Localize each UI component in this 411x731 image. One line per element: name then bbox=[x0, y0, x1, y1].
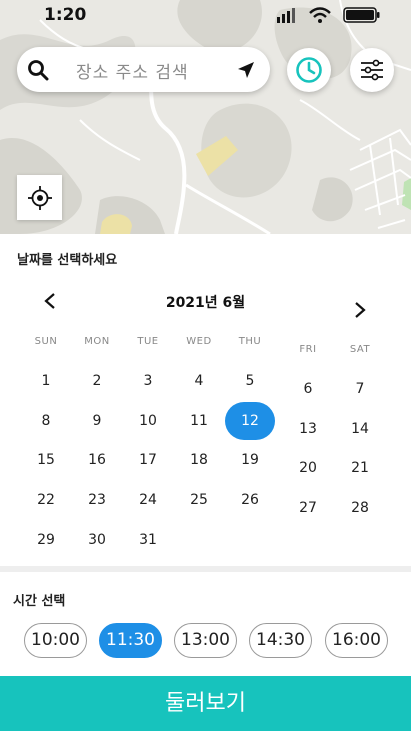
calendar-day[interactable]: 23 bbox=[77, 492, 117, 508]
calendar-day[interactable]: 6 bbox=[288, 381, 328, 397]
time-slot[interactable]: 13:00 bbox=[174, 623, 237, 658]
crosshair-icon bbox=[27, 185, 52, 210]
time-slot[interactable]: 16:00 bbox=[325, 623, 388, 658]
calendar-day[interactable]: 10 bbox=[128, 413, 168, 429]
calendar-day[interactable]: 28 bbox=[340, 500, 380, 516]
calendar-day[interactable]: 7 bbox=[340, 381, 380, 397]
calendar-day[interactable]: 15 bbox=[26, 452, 66, 468]
search-icon[interactable] bbox=[27, 59, 49, 81]
battery-icon bbox=[343, 7, 380, 23]
locate-button[interactable] bbox=[17, 175, 62, 220]
calendar-day[interactable]: 30 bbox=[77, 532, 117, 548]
weekday-sun: SUN bbox=[34, 336, 58, 347]
signal-icon bbox=[277, 8, 295, 23]
weekday-tue: TUE bbox=[137, 336, 159, 347]
calendar-day[interactable]: 11 bbox=[179, 413, 219, 429]
calendar-day[interactable]: 26 bbox=[230, 492, 270, 508]
calendar-day[interactable]: 9 bbox=[77, 413, 117, 429]
filter-sliders-icon bbox=[361, 59, 383, 81]
calendar-day[interactable]: 19 bbox=[230, 452, 270, 468]
calendar-day[interactable]: 16 bbox=[77, 452, 117, 468]
calendar-day[interactable]: 13 bbox=[288, 421, 328, 437]
time-slot[interactable]: 14:30 bbox=[249, 623, 312, 658]
status-time: 1:20 bbox=[44, 5, 87, 25]
calendar-day[interactable]: 1 bbox=[26, 373, 66, 389]
time-slot[interactable]: 11:30 bbox=[99, 623, 162, 658]
calendar-day[interactable]: 22 bbox=[26, 492, 66, 508]
calendar-day[interactable]: 8 bbox=[26, 413, 66, 429]
weekday-wed: WED bbox=[186, 336, 212, 347]
browse-button[interactable]: 둘러보기 bbox=[0, 676, 411, 731]
calendar-day[interactable]: 25 bbox=[179, 492, 219, 508]
filter-button[interactable] bbox=[350, 48, 394, 92]
clock-icon bbox=[296, 57, 322, 83]
wifi-icon bbox=[309, 7, 331, 23]
calendar-day[interactable]: 4 bbox=[179, 373, 219, 389]
weekday-mon: MON bbox=[84, 336, 110, 347]
calendar-day[interactable]: 27 bbox=[288, 500, 328, 516]
calendar-day[interactable]: 5 bbox=[230, 373, 270, 389]
calendar-day[interactable]: 17 bbox=[128, 452, 168, 468]
calendar-day[interactable]: 24 bbox=[128, 492, 168, 508]
date-section-title: 날짜를 선택하세요 bbox=[17, 253, 118, 268]
calendar-day[interactable]: 20 bbox=[288, 460, 328, 476]
calendar-day[interactable]: 18 bbox=[179, 452, 219, 468]
history-button[interactable] bbox=[287, 48, 331, 92]
status-bar: 1:20 bbox=[0, 0, 411, 34]
search-input[interactable]: 장소 주소 검색 bbox=[76, 58, 189, 83]
navigation-arrow-icon[interactable] bbox=[236, 60, 256, 80]
calendar-day[interactable]: 21 bbox=[340, 460, 380, 476]
calendar-day[interactable]: 12 bbox=[225, 402, 275, 440]
weekday-thu: THU bbox=[238, 336, 262, 347]
weekday-sat: SAT bbox=[349, 344, 371, 355]
calendar-day[interactable]: 29 bbox=[26, 532, 66, 548]
weekday-fri: FRI bbox=[299, 344, 317, 355]
time-section-title: 시간 선택 bbox=[13, 594, 66, 609]
calendar-day[interactable]: 14 bbox=[340, 421, 380, 437]
calendar-day[interactable]: 2 bbox=[77, 373, 117, 389]
chevron-right-icon[interactable] bbox=[352, 301, 368, 319]
month-label: 2021년 6월 bbox=[165, 295, 246, 311]
section-divider bbox=[0, 566, 411, 572]
calendar-day[interactable]: 31 bbox=[128, 532, 168, 548]
time-slot[interactable]: 10:00 bbox=[24, 623, 87, 658]
search-bar[interactable]: 장소 주소 검색 bbox=[17, 47, 270, 92]
calendar-day[interactable]: 3 bbox=[128, 373, 168, 389]
